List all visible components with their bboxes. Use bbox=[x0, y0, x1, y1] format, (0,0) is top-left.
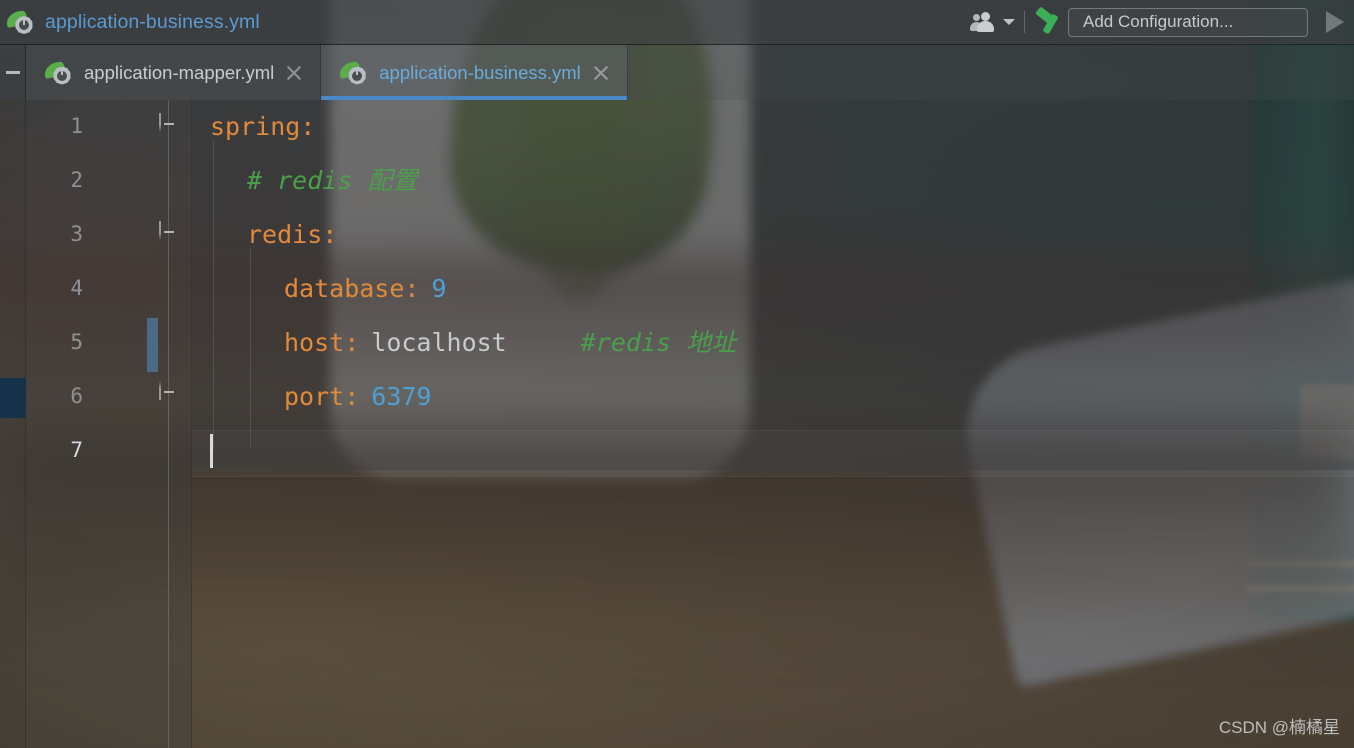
minimize-dash-icon bbox=[5, 71, 20, 74]
code-editor[interactable]: 1 2 3 4 5 6 7 spring: # redis 配置 redis: … bbox=[0, 100, 1354, 748]
fold-marker-line-3[interactable] bbox=[159, 221, 179, 244]
text-cursor bbox=[210, 434, 213, 468]
yaml-value: 6379 bbox=[371, 382, 432, 411]
line-number: 3 bbox=[70, 222, 83, 246]
line-number: 4 bbox=[70, 276, 83, 300]
breadcrumb[interactable]: application-business.yml bbox=[45, 11, 260, 34]
code-line-1[interactable]: spring: bbox=[210, 114, 315, 140]
yaml-key: spring: bbox=[210, 112, 316, 141]
line-number: 6 bbox=[70, 384, 83, 408]
current-line-highlight bbox=[192, 430, 1354, 477]
toolbar-left-group: application-business.yml bbox=[0, 9, 972, 35]
hammer-icon[interactable] bbox=[1034, 6, 1064, 36]
line-number: 5 bbox=[70, 330, 83, 354]
yaml-inline-comment: #redis 地址 bbox=[580, 328, 737, 357]
tab-label: application-business.yml bbox=[379, 61, 581, 83]
collapse-panel-button[interactable] bbox=[0, 45, 26, 100]
line-number: 2 bbox=[70, 168, 83, 192]
fold-marker-line-6[interactable] bbox=[159, 381, 179, 404]
spring-boot-leaf-icon bbox=[42, 60, 74, 86]
code-content-area[interactable]: spring: # redis 配置 redis: database: 9 hos… bbox=[192, 100, 1354, 748]
chevron-down-icon[interactable] bbox=[1003, 19, 1015, 25]
spring-boot-leaf-icon bbox=[4, 9, 36, 35]
tab-application-business-yml[interactable]: application-business.yml bbox=[321, 45, 628, 100]
editor-tab-bar: application-mapper.yml application-busin… bbox=[0, 44, 1354, 100]
yaml-key: redis: bbox=[247, 220, 338, 249]
code-line-2[interactable]: # redis 配置 bbox=[247, 168, 417, 194]
add-configuration-button[interactable]: Add Configuration... bbox=[1068, 7, 1308, 37]
run-play-icon[interactable] bbox=[1326, 11, 1344, 33]
tab-label: application-mapper.yml bbox=[84, 61, 275, 83]
people-icon[interactable] bbox=[970, 11, 998, 33]
yaml-key: port: bbox=[284, 382, 360, 411]
editor-marker-strip[interactable] bbox=[0, 100, 26, 748]
toolbar-divider bbox=[1024, 11, 1025, 33]
indent-guide bbox=[250, 248, 251, 448]
yaml-value: localhost bbox=[371, 328, 507, 357]
fold-marker-line-1[interactable] bbox=[159, 113, 179, 136]
indent-guide bbox=[213, 140, 214, 450]
spring-boot-leaf-icon bbox=[338, 60, 369, 86]
code-line-6[interactable]: port: 6379 bbox=[284, 384, 431, 410]
code-line-4[interactable]: database: 9 bbox=[284, 276, 447, 302]
fold-guide-line bbox=[168, 100, 169, 748]
toolbar-right-group: Add Configuration... bbox=[970, 6, 1354, 37]
line-number-current: 7 bbox=[70, 438, 83, 462]
yaml-comment: # redis 配置 bbox=[247, 166, 418, 195]
code-line-3[interactable]: redis: bbox=[247, 222, 337, 248]
tab-bar-filler bbox=[628, 45, 1354, 100]
close-icon[interactable] bbox=[284, 63, 304, 83]
code-line-5[interactable]: host: localhost #redis 地址 bbox=[284, 330, 736, 356]
main-toolbar: application-business.yml Add Configurati… bbox=[0, 0, 1354, 44]
csdn-watermark: CSDN @楠橘星 bbox=[1218, 718, 1340, 737]
yaml-value: 9 bbox=[431, 274, 447, 303]
ide-window: application-business.yml Add Configurati… bbox=[0, 0, 1354, 748]
close-icon[interactable] bbox=[591, 63, 611, 83]
add-configuration-label: Add Configuration... bbox=[1083, 12, 1234, 31]
yaml-key: host: bbox=[284, 328, 360, 357]
yaml-key: database: bbox=[284, 274, 420, 303]
bookmark-marker[interactable] bbox=[0, 378, 26, 418]
tab-application-mapper-yml[interactable]: application-mapper.yml bbox=[26, 45, 322, 100]
vcs-change-marker[interactable] bbox=[147, 318, 158, 372]
editor-gutter[interactable]: 1 2 3 4 5 6 7 bbox=[26, 100, 192, 748]
line-number: 1 bbox=[70, 114, 83, 138]
